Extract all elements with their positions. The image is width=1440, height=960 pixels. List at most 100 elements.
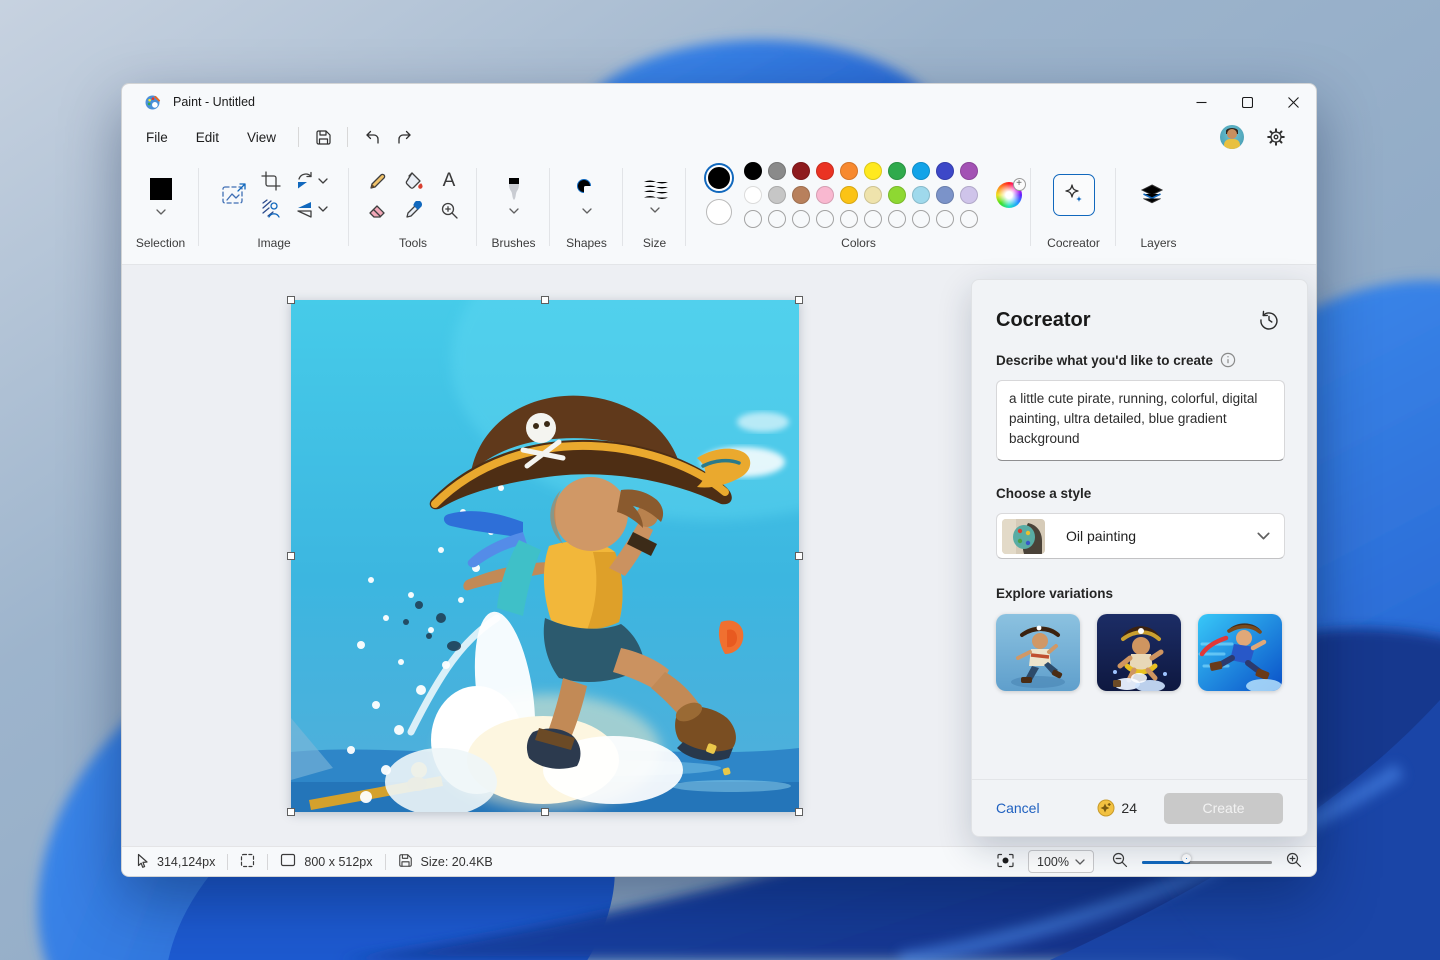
- variation-thumbnail-3[interactable]: [1198, 614, 1282, 691]
- undo-icon[interactable]: [356, 122, 388, 152]
- magnifier-tool-icon[interactable]: [440, 201, 459, 220]
- variation-thumbnail-2[interactable]: [1097, 614, 1181, 691]
- shapes-group: Shapes: [550, 154, 623, 264]
- settings-gear-icon[interactable]: [1260, 122, 1292, 152]
- history-icon[interactable]: [1256, 307, 1282, 333]
- custom-color-slot[interactable]: [768, 210, 786, 228]
- color-swatch[interactable]: [840, 186, 858, 204]
- cocreator-group: Cocreator: [1031, 154, 1116, 264]
- flip-icon[interactable]: [295, 199, 328, 219]
- maximize-button[interactable]: [1224, 84, 1270, 120]
- custom-color-slot[interactable]: [888, 210, 906, 228]
- color-swatch[interactable]: [792, 186, 810, 204]
- status-bar: 314,124px 800 x 512px Size: 20.4KB 100%: [122, 846, 1316, 876]
- colors-group-label: Colors: [841, 236, 876, 264]
- eraser-icon[interactable]: [368, 200, 388, 220]
- describe-label: Describe what you'd like to create: [996, 353, 1213, 368]
- color-swatch[interactable]: [936, 162, 954, 180]
- cancel-button[interactable]: Cancel: [996, 800, 1040, 816]
- cocreator-group-label: Cocreator: [1047, 236, 1100, 264]
- text-tool-icon[interactable]: A: [440, 170, 459, 192]
- custom-color-slot[interactable]: [792, 210, 810, 228]
- edit-colors-button[interactable]: +: [996, 182, 1022, 208]
- brushes-tool[interactable]: [504, 177, 524, 214]
- selection-handle-n[interactable]: [541, 296, 549, 304]
- crop-icon[interactable]: [261, 171, 281, 191]
- canvas-size: 800 x 512px: [304, 855, 372, 869]
- color-swatch[interactable]: [912, 186, 930, 204]
- file-size-icon: [398, 853, 413, 871]
- redo-icon[interactable]: [388, 122, 420, 152]
- canvas-image[interactable]: [291, 300, 799, 812]
- custom-color-slot[interactable]: [744, 210, 762, 228]
- selection-handle-nw[interactable]: [287, 296, 295, 304]
- shapes-tool[interactable]: [575, 177, 599, 214]
- color-swatch[interactable]: [816, 186, 834, 204]
- variation-thumbnail-1[interactable]: [996, 614, 1080, 691]
- zoom-out-icon[interactable]: [1112, 852, 1128, 871]
- color-swatch[interactable]: [888, 186, 906, 204]
- background-color-swatch[interactable]: [706, 199, 732, 225]
- color-swatch[interactable]: [816, 162, 834, 180]
- sparkle-icon: [1062, 183, 1086, 207]
- color-swatch[interactable]: [936, 186, 954, 204]
- selection-tool[interactable]: [148, 176, 174, 215]
- custom-color-slot[interactable]: [864, 210, 882, 228]
- style-dropdown[interactable]: Oil painting: [996, 513, 1285, 559]
- color-swatch[interactable]: [864, 162, 882, 180]
- color-swatch[interactable]: [840, 162, 858, 180]
- layers-icon: [1139, 182, 1165, 208]
- layers-group-label: Layers: [1116, 236, 1201, 264]
- menu-view[interactable]: View: [233, 122, 290, 152]
- resize-image-icon[interactable]: [221, 182, 247, 208]
- rotate-icon[interactable]: [295, 171, 328, 191]
- paint-window: Paint - Untitled File Edit View: [121, 83, 1317, 877]
- fill-bucket-icon[interactable]: [404, 171, 424, 191]
- selection-handle-s[interactable]: [541, 808, 549, 816]
- custom-color-slot[interactable]: [816, 210, 834, 228]
- close-button[interactable]: [1270, 84, 1316, 120]
- selection-handle-sw[interactable]: [287, 808, 295, 816]
- zoom-level-dropdown[interactable]: 100%: [1028, 850, 1094, 873]
- color-swatch[interactable]: [912, 162, 930, 180]
- fit-to-window-icon[interactable]: [997, 853, 1014, 871]
- file-size: Size: 20.4KB: [421, 855, 493, 869]
- selection-handle-se[interactable]: [795, 808, 803, 816]
- info-icon[interactable]: [1220, 352, 1236, 368]
- minimize-button[interactable]: [1178, 84, 1224, 120]
- size-tool[interactable]: [642, 178, 668, 213]
- zoom-slider-thumb[interactable]: [1182, 854, 1191, 863]
- color-picker-icon[interactable]: [404, 201, 424, 220]
- color-swatch[interactable]: [864, 186, 882, 204]
- custom-color-slot[interactable]: [936, 210, 954, 228]
- custom-color-slot[interactable]: [960, 210, 978, 228]
- brushes-group: Brushes: [477, 154, 550, 264]
- save-icon[interactable]: [307, 122, 339, 152]
- pencil-icon[interactable]: [368, 172, 388, 191]
- color-swatch[interactable]: [792, 162, 810, 180]
- color-swatch[interactable]: [744, 162, 762, 180]
- foreground-color-swatch[interactable]: [706, 165, 732, 191]
- layers-button[interactable]: [1131, 174, 1173, 216]
- create-button[interactable]: Create: [1164, 793, 1283, 824]
- color-swatch[interactable]: [744, 186, 762, 204]
- color-swatch[interactable]: [888, 162, 906, 180]
- color-swatch[interactable]: [960, 162, 978, 180]
- selection-handle-e[interactable]: [795, 552, 803, 560]
- zoom-slider[interactable]: [1142, 854, 1272, 870]
- cocreator-button[interactable]: [1053, 174, 1095, 216]
- selection-handle-w[interactable]: [287, 552, 295, 560]
- zoom-in-icon[interactable]: [1286, 852, 1302, 871]
- selection-handle-ne[interactable]: [795, 296, 803, 304]
- image-group: Image: [199, 154, 349, 264]
- remove-background-icon[interactable]: [261, 199, 281, 219]
- custom-color-slot[interactable]: [840, 210, 858, 228]
- menu-edit[interactable]: Edit: [182, 122, 233, 152]
- account-avatar[interactable]: [1220, 125, 1244, 149]
- color-swatch[interactable]: [768, 162, 786, 180]
- custom-color-slot[interactable]: [912, 210, 930, 228]
- menu-file[interactable]: File: [132, 122, 182, 152]
- color-swatch[interactable]: [960, 186, 978, 204]
- prompt-input[interactable]: a little cute pirate, running, colorful,…: [996, 380, 1285, 461]
- color-swatch[interactable]: [768, 186, 786, 204]
